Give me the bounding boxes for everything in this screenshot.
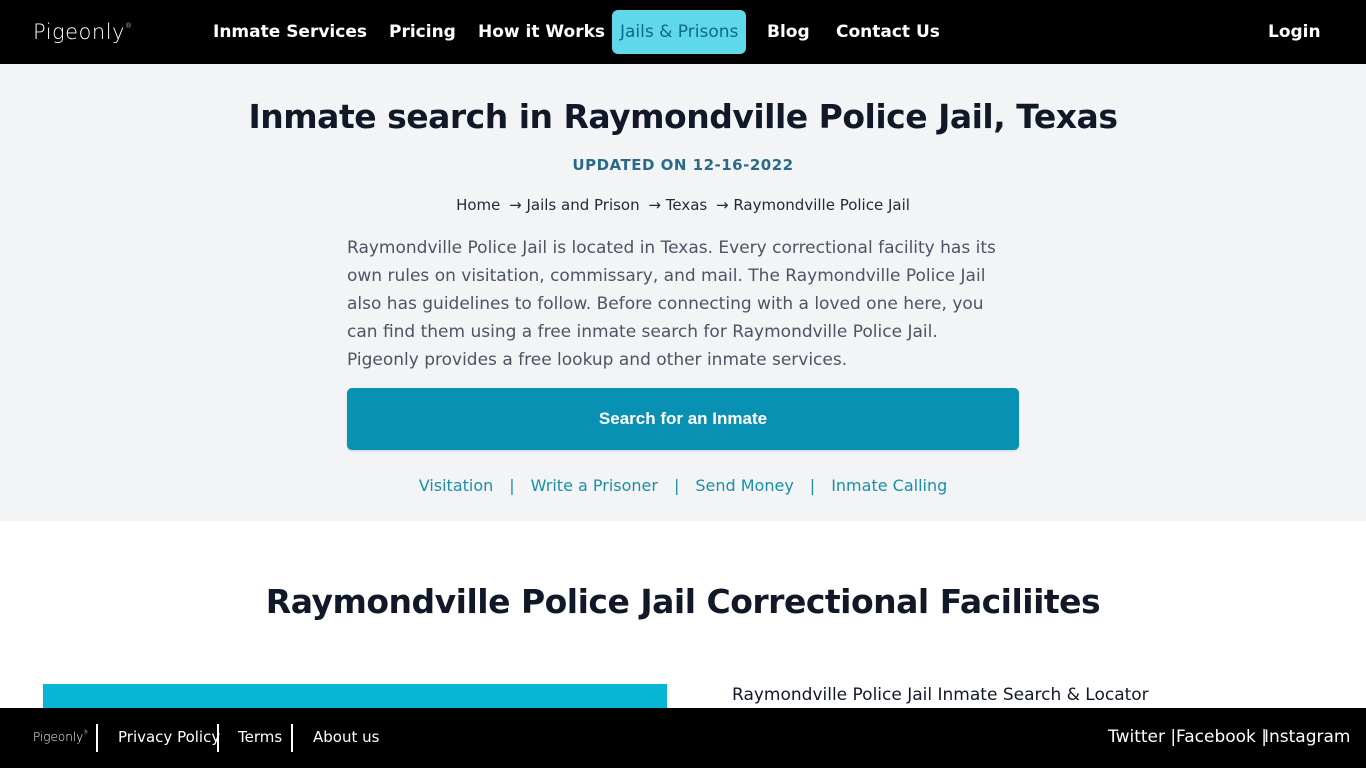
nav-pricing[interactable]: Pricing [389, 10, 456, 54]
footer-logo[interactable]: Pigeonly® [33, 730, 88, 744]
search-inmate-button[interactable]: Search for an Inmate [347, 388, 1019, 450]
footer: Pigeonly® Privacy Policy Terms About us … [0, 708, 1366, 768]
link-separator: | [673, 476, 680, 495]
hero-section: Inmate search in Raymondville Police Jai… [0, 64, 1366, 521]
write-prisoner-link[interactable]: Write a Prisoner [531, 476, 658, 495]
link-separator: | [509, 476, 515, 495]
pigeonly-logo[interactable]: Pigeonly® [33, 20, 132, 44]
nav-jails-prisons[interactable]: Jails & Prisons [612, 10, 747, 54]
about-us-link[interactable]: About us [313, 728, 379, 746]
privacy-policy-link[interactable]: Privacy Policy [118, 728, 220, 746]
facilities-heading: Raymondville Police Jail Correctional Fa… [265, 582, 1101, 621]
nav-contact-us[interactable]: Contact Us [836, 10, 940, 54]
nav-inmate-services[interactable]: Inmate Services [213, 10, 367, 54]
login-link[interactable]: Login [1268, 10, 1321, 54]
breadcrumb-home[interactable]: Home [456, 196, 500, 214]
breadcrumb: Home → Jails and Prison → Texas → Raymon… [0, 196, 1366, 214]
breadcrumb-jails-and-prison[interactable]: → Jails and Prison [509, 196, 639, 214]
footer-divider [291, 724, 293, 752]
twitter-link[interactable]: Twitter | [1108, 727, 1176, 747]
inmate-calling-link[interactable]: Inmate Calling [831, 476, 947, 495]
top-navbar: Pigeonly® Inmate Services Pricing How it… [0, 0, 1366, 64]
footer-divider [217, 724, 219, 752]
updated-date: UPDATED ON 12-16-2022 [572, 156, 794, 174]
nav-blog[interactable]: Blog [767, 10, 810, 54]
page-title: Inmate search in Raymondville Police Jai… [248, 97, 1118, 136]
facility-card-header [43, 684, 667, 708]
visitation-link[interactable]: Visitation [419, 476, 494, 495]
facility-description: Raymondville Police Jail is located in T… [347, 238, 996, 370]
breadcrumb-current[interactable]: → Raymondville Police Jail [716, 196, 910, 214]
locator-heading: Raymondville Police Jail Inmate Search &… [732, 685, 1149, 705]
instagram-link[interactable]: Instagram [1264, 727, 1351, 747]
terms-link[interactable]: Terms [238, 728, 282, 746]
facebook-link[interactable]: Facebook | [1176, 727, 1267, 747]
nav-how-it-works[interactable]: How it Works [478, 10, 605, 54]
footer-divider [96, 724, 98, 752]
breadcrumb-texas[interactable]: → Texas [648, 196, 707, 214]
link-separator: | [809, 476, 816, 495]
send-money-link[interactable]: Send Money [695, 476, 793, 495]
service-links: Visitation | Write a Prisoner | Send Money | I… [0, 476, 1366, 495]
